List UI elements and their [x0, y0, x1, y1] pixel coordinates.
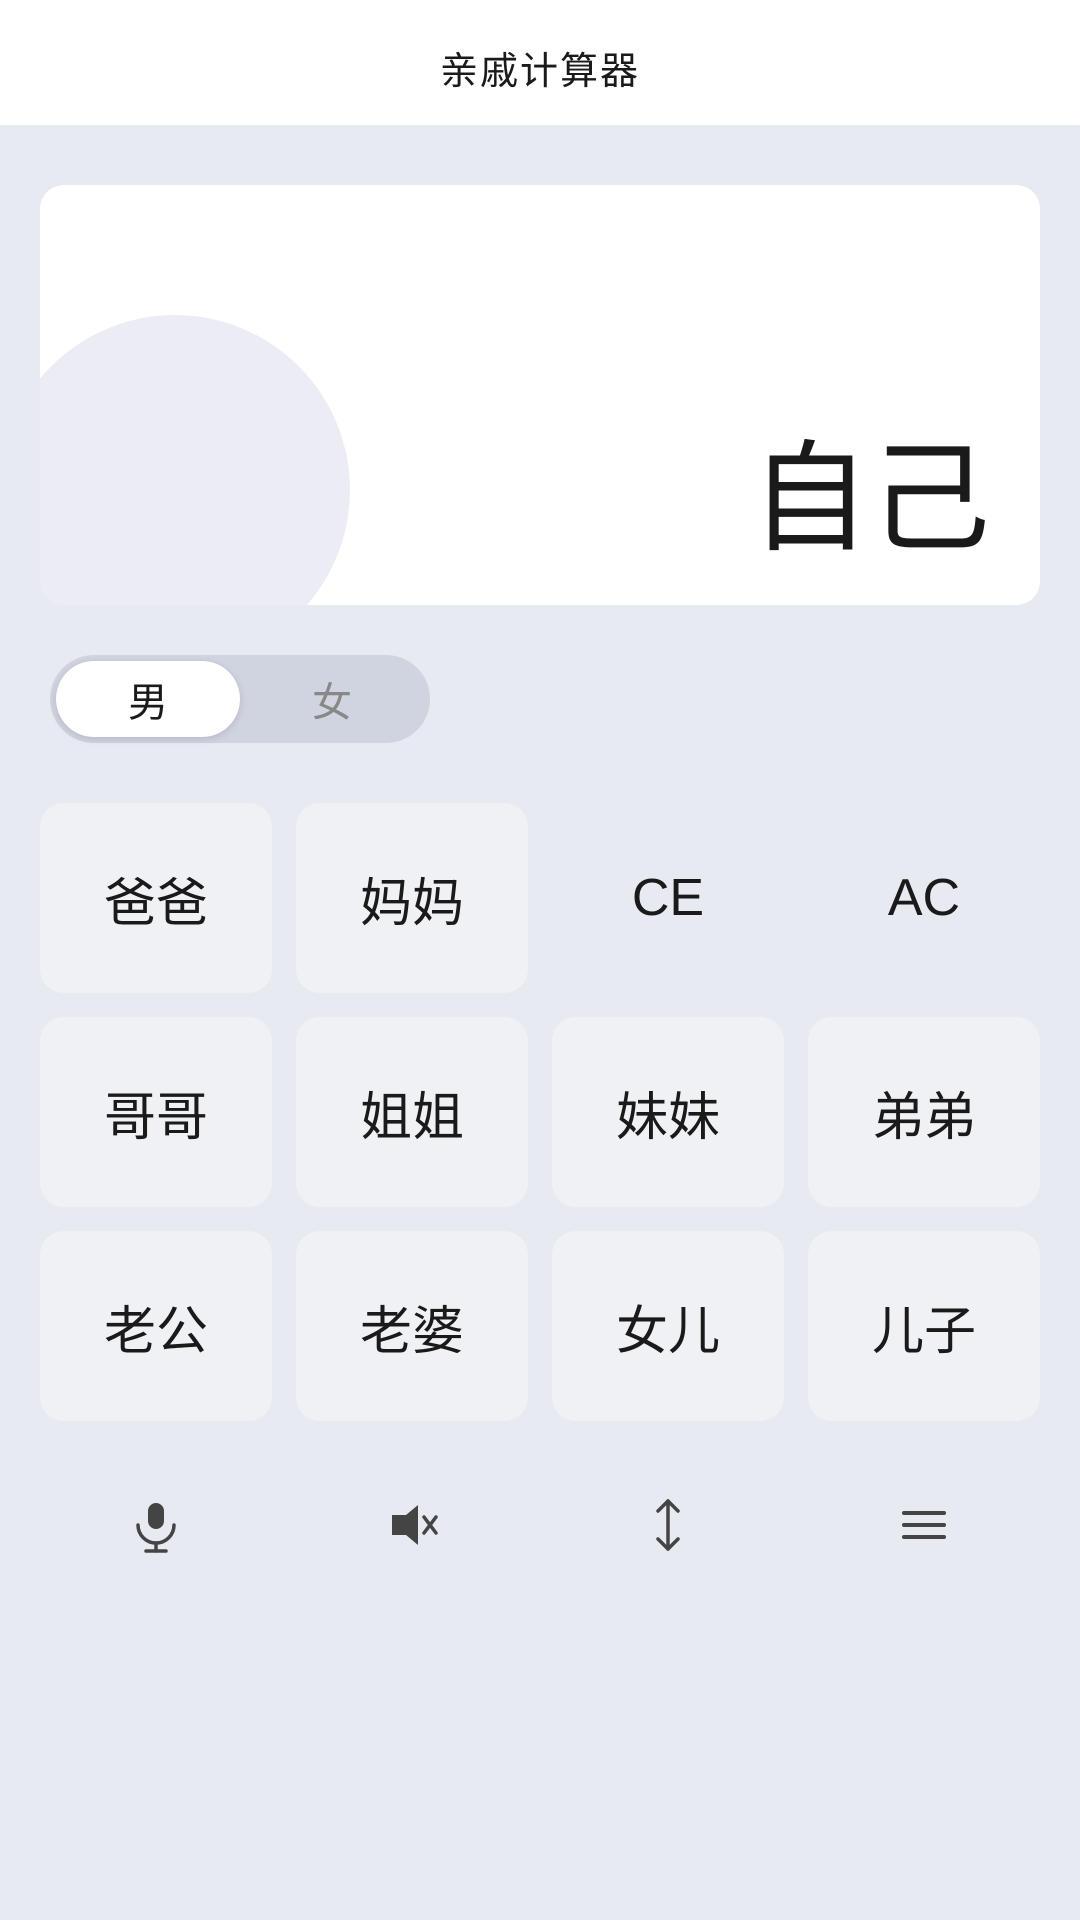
swap-icon [640, 1497, 696, 1553]
key-daughter[interactable]: 女儿 [552, 1231, 784, 1421]
display-watermark: 自己 [40, 185, 1040, 605]
app-title: 亲戚计算器 [440, 51, 640, 93]
key-ac[interactable]: AC [808, 803, 1040, 993]
key-ce[interactable]: CE [552, 803, 784, 993]
display-self-label: 自己 [750, 401, 990, 575]
keypad: 爸爸 妈妈 CE AC 哥哥 姐姐 妹妹 弟弟 老公 老婆 [40, 803, 1040, 1421]
key-younger-sister[interactable]: 妹妹 [552, 1017, 784, 1207]
mic-icon [128, 1497, 184, 1553]
key-son[interactable]: 儿子 [808, 1231, 1040, 1421]
main-content: 自己 男 女 爸爸 妈妈 CE AC 哥哥 姐姐 妹妹 弟弟 [0, 125, 1080, 1920]
mic-button[interactable] [40, 1455, 272, 1595]
key-younger-brother[interactable]: 弟弟 [808, 1017, 1040, 1207]
title-bar: 亲戚计算器 [0, 0, 1080, 125]
menu-icon [896, 1497, 952, 1553]
gender-toggle[interactable]: 男 女 [50, 655, 430, 743]
key-wife[interactable]: 老婆 [296, 1231, 528, 1421]
bottom-bar [40, 1445, 1040, 1595]
gender-male-option[interactable]: 男 [56, 661, 240, 737]
key-husband[interactable]: 老公 [40, 1231, 272, 1421]
key-dad[interactable]: 爸爸 [40, 803, 272, 993]
display-area: 自己 [40, 185, 1040, 605]
sound-button[interactable] [296, 1455, 528, 1595]
key-older-sister[interactable]: 姐姐 [296, 1017, 528, 1207]
key-mom[interactable]: 妈妈 [296, 803, 528, 993]
menu-button[interactable] [808, 1455, 1040, 1595]
key-older-brother[interactable]: 哥哥 [40, 1017, 272, 1207]
gender-female-option[interactable]: 女 [240, 661, 424, 737]
sound-icon [384, 1497, 440, 1553]
swap-button[interactable] [552, 1455, 784, 1595]
